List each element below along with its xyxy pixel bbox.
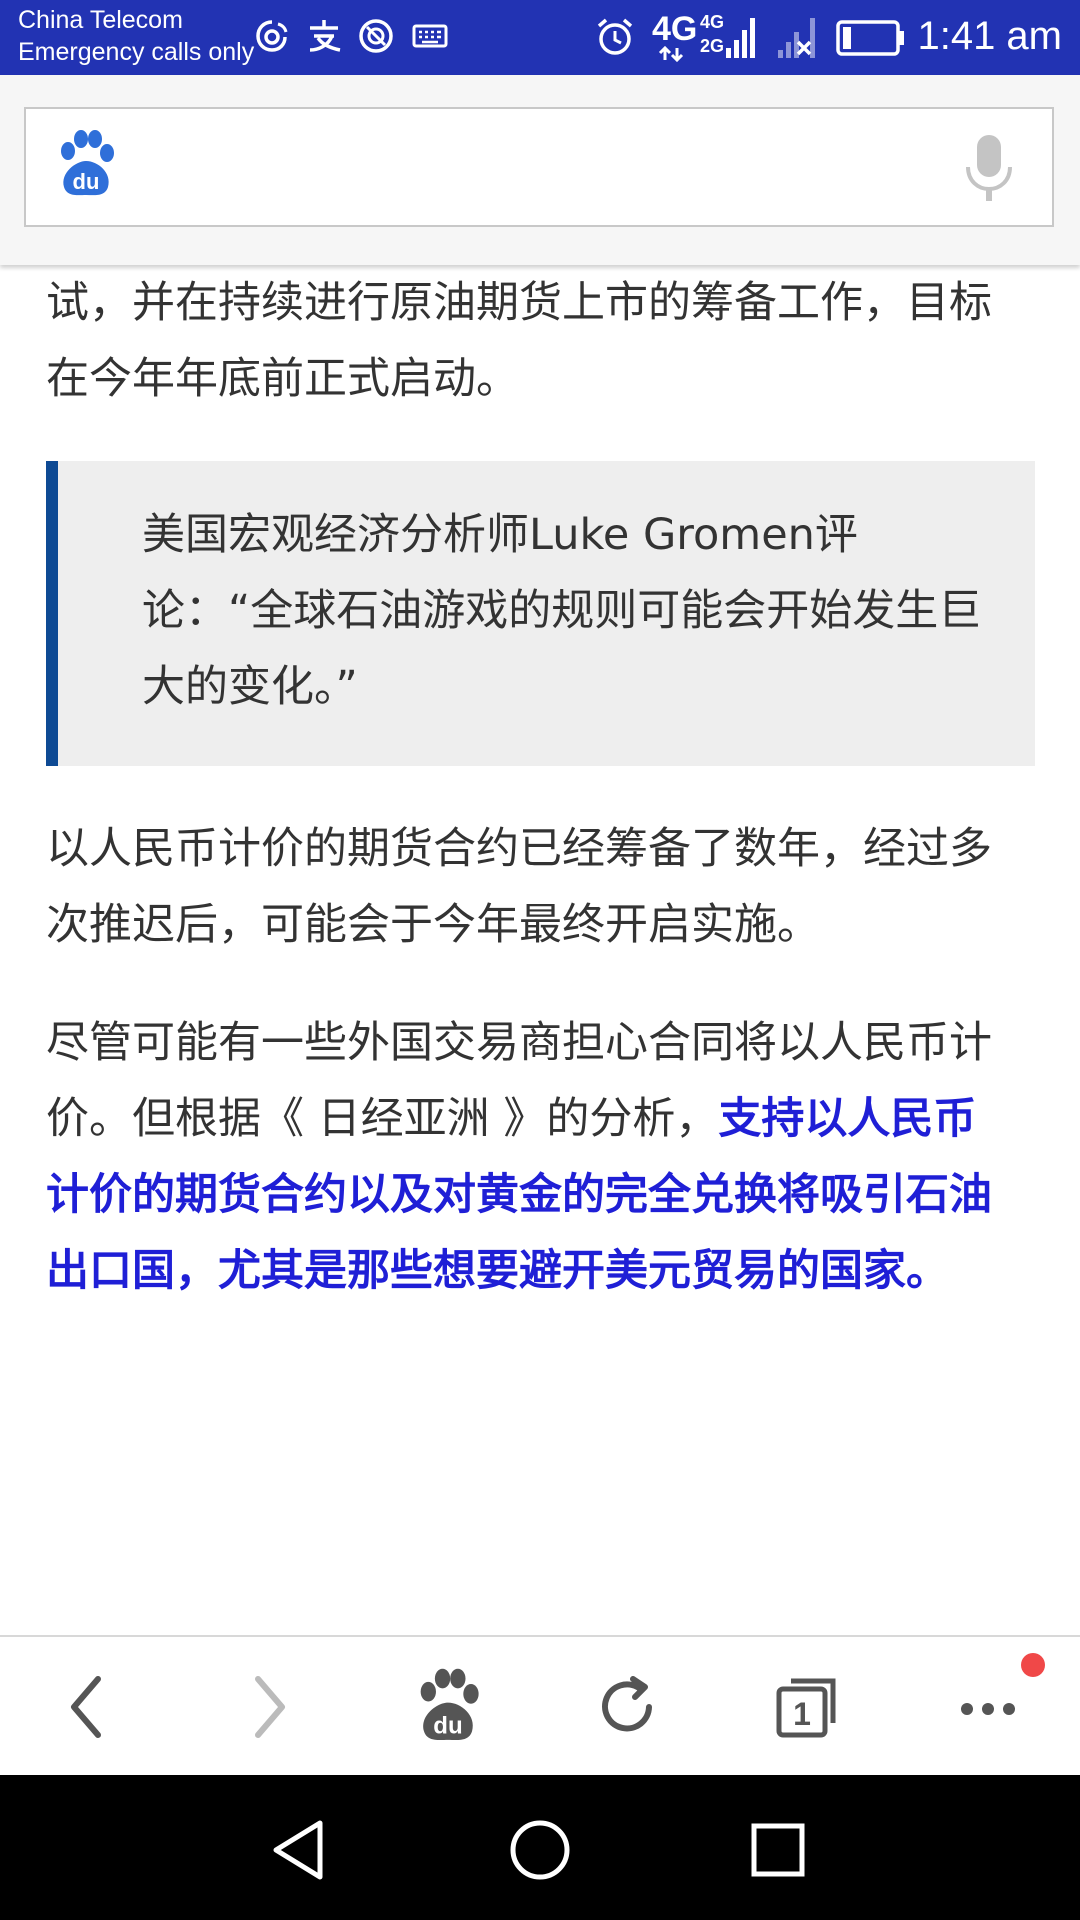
nav-back-button[interactable] <box>262 1815 342 1885</box>
more-icon <box>961 1703 1015 1715</box>
nav-home-button[interactable] <box>500 1815 580 1885</box>
tabs-icon: 1 <box>776 1678 836 1738</box>
sync-icon <box>356 16 396 60</box>
search-header: du <box>0 75 1080 265</box>
alarm-icon <box>594 16 636 62</box>
service-status: Emergency calls only <box>18 38 255 66</box>
baidu-home-icon: du <box>420 1668 479 1740</box>
network-type-secondary-bottom: 2G <box>700 36 725 56</box>
back-button[interactable] <box>38 1667 138 1747</box>
nav-home-icon <box>510 1820 570 1880</box>
data-arrows-icon <box>656 45 686 66</box>
clock: 1:41 am <box>917 14 1062 58</box>
article-content: 试，并在持续进行原油期货上市的筹备工作，目标在今年年底前正式启动。 美国宏观经济… <box>0 265 1080 1635</box>
forward-icon <box>255 1676 285 1738</box>
alipay-icon <box>304 16 344 60</box>
article-paragraph: 试，并在持续进行原油期货上市的筹备工作，目标在今年年底前正式启动。 <box>46 278 992 404</box>
nav-back-icon <box>273 1820 323 1880</box>
status-bar: China Telecom Emergency calls only 4G 4G… <box>0 0 1080 75</box>
article-paragraph: 以人民币计价的期货合约已经筹备了数年，经过多次推迟后，可能会于今年最终开启实施。 <box>46 824 992 950</box>
browser-toolbar: du 1 <box>0 1635 1080 1775</box>
svg-text:du: du <box>73 169 100 194</box>
carrier-info: China Telecom Emergency calls only <box>18 4 254 68</box>
nav-recents-button[interactable] <box>738 1815 818 1885</box>
home-button[interactable]: du <box>398 1667 498 1747</box>
keyboard-icon <box>410 16 450 60</box>
tabs-button[interactable]: 1 <box>758 1667 858 1747</box>
network-type-primary: 4G <box>652 10 698 48</box>
nav-recents-icon <box>751 1823 805 1877</box>
refresh-button[interactable] <box>578 1667 678 1747</box>
refresh-icon <box>602 1676 652 1732</box>
system-nav-bar <box>0 1775 1080 1920</box>
svg-text:du: du <box>433 1712 462 1739</box>
back-icon <box>71 1676 101 1738</box>
carrier-name: China Telecom <box>18 6 183 34</box>
weibo-icon <box>252 16 292 60</box>
quote-text: 美国宏观经济分析师Luke Gromen评论：“全球石油游戏的规则可能会开始发生… <box>142 510 982 712</box>
no-signal-icon <box>776 14 820 64</box>
microphone-icon[interactable] <box>962 133 1016 209</box>
notification-dot <box>1021 1653 1045 1677</box>
search-input[interactable]: du <box>24 107 1054 227</box>
tab-count: 1 <box>793 1696 811 1732</box>
signal-icon <box>724 14 756 64</box>
forward-button[interactable] <box>218 1667 318 1747</box>
blockquote: 美国宏观经济分析师Luke Gromen评论：“全球石油游戏的规则可能会开始发生… <box>46 461 1035 766</box>
network-type-secondary-top: 4G <box>700 12 725 32</box>
baidu-paw-icon[interactable]: du <box>54 129 118 205</box>
more-button[interactable] <box>938 1667 1038 1747</box>
article-paragraph: 尽管可能有一些外国交易商担心合同将以人民币计价。但根据《 日经亚洲 》的分析，支… <box>46 1005 1006 1309</box>
battery-icon <box>836 18 906 62</box>
